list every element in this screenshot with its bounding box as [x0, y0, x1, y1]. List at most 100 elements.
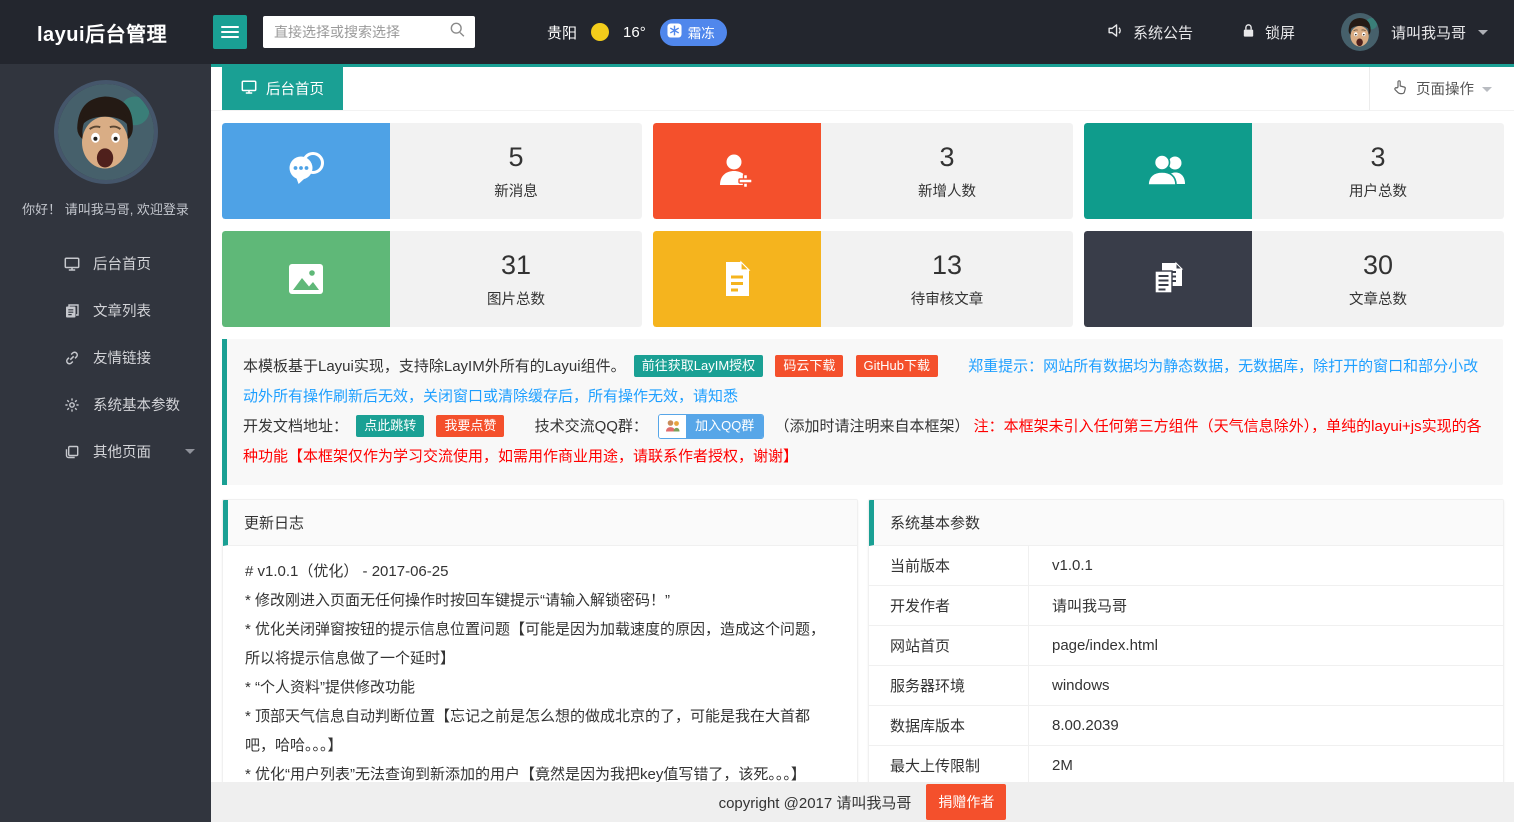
chevron-down-icon [185, 449, 195, 459]
stat-value: 5 [508, 142, 523, 173]
stat-value: 3 [1370, 142, 1385, 173]
stat-value: 30 [1363, 250, 1393, 281]
stat-card-new-messages[interactable]: 5 新消息 [222, 123, 642, 219]
param-value: 2M [1029, 746, 1503, 782]
image-icon [222, 231, 390, 327]
changelog-line: * 优化关闭弹窗按钮的提示信息位置问题【可能是因为加载速度的原因，造成这个问题，… [245, 615, 835, 673]
gitee-download-button[interactable]: 码云下载 [775, 355, 843, 377]
notice-line-2: 开发文档地址： 点此跳转 我要点赞 技术交流QQ群： 加入QQ群 （添加时请注明… [243, 412, 1487, 472]
donate-button[interactable]: 捐赠作者 [926, 784, 1006, 820]
lock-screen-button[interactable]: 锁屏 [1241, 22, 1295, 43]
lock-icon [1241, 23, 1256, 42]
changelog-line: * 顶部天气信息自动判断位置【忘记之前是怎么想的做成北京的了，可能是我在大首都吧… [245, 702, 835, 760]
stat-label: 文章总数 [1349, 288, 1407, 309]
gear-icon [64, 397, 80, 413]
system-announcement-button[interactable]: 系统公告 [1107, 22, 1193, 43]
table-row: 网站首页 page/index.html [869, 626, 1503, 666]
param-value: page/index.html [1029, 626, 1503, 665]
changelog-line: * “个人资料”提供修改功能 [245, 673, 835, 702]
search-input[interactable] [274, 24, 449, 40]
qq-note-text: （添加时请注明来自本框架） [774, 418, 969, 435]
chevron-down-icon [1478, 30, 1488, 40]
stat-value: 3 [939, 142, 954, 173]
like-button[interactable]: 我要点赞 [436, 415, 504, 437]
sidebar-item-links[interactable]: 友情链接 [0, 334, 211, 381]
stat-info: 13 待审核文章 [821, 231, 1073, 327]
sidebar-item-articles[interactable]: 文章列表 [0, 287, 211, 334]
stat-label: 用户总数 [1349, 180, 1407, 201]
stat-info: 3 用户总数 [1252, 123, 1504, 219]
footer: copyright @2017 请叫我马哥 捐赠作者 [211, 782, 1514, 822]
qq-group-label: 技术交流QQ群： [535, 418, 648, 435]
article-icon [64, 303, 80, 319]
stat-info: 30 文章总数 [1252, 231, 1504, 327]
user-name[interactable]: 请叫我马哥 [1391, 22, 1466, 43]
user-add-icon [653, 123, 821, 219]
app-logo: layui后台管理 [0, 18, 211, 47]
tab-bar: 后台首页 页面操作 [211, 67, 1514, 111]
param-value: 请叫我马哥 [1029, 586, 1503, 625]
changelog-body: # v1.0.1（优化） - 2017-06-25 * 修改刚进入页面无任何操作… [223, 546, 857, 782]
sidebar-item-other-pages[interactable]: 其他页面 [0, 428, 211, 475]
copyright-text: copyright @2017 请叫我马哥 [719, 792, 912, 813]
doc-icon [653, 231, 821, 327]
sidebar-item-home[interactable]: 后台首页 [0, 240, 211, 287]
stat-info: 31 图片总数 [390, 231, 642, 327]
stat-info: 5 新消息 [390, 123, 642, 219]
user-menu[interactable]: 请叫我马哥 [1341, 13, 1488, 51]
stat-card-total-images[interactable]: 31 图片总数 [222, 231, 642, 327]
sidebar-item-system-params[interactable]: 系统基本参数 [0, 381, 211, 428]
layim-license-button[interactable]: 前往获取LayIM授权 [634, 355, 763, 377]
param-label: 数据库版本 [869, 706, 1029, 745]
sidebar-menu: 后台首页 文章列表 友情链接 [0, 240, 211, 475]
stat-card-total-articles[interactable]: 30 文章总数 [1084, 231, 1504, 327]
docs-jump-button[interactable]: 点此跳转 [356, 415, 424, 437]
header-right: 系统公告 锁屏 请叫我马哥 [1107, 13, 1514, 51]
changelog-line: * 优化“用户列表”无法查询到新添加的用户【竟然是因为我把key值写错了，该死。… [245, 760, 835, 782]
user-avatar[interactable] [1341, 13, 1379, 51]
github-download-button[interactable]: GitHub下载 [856, 355, 938, 377]
notice-panel: 本模板基于Layui实现，支持除LayIM外所有的Layui组件。 前往获取La… [222, 339, 1503, 485]
changelog-line: # v1.0.1（优化） - 2017-06-25 [245, 557, 835, 586]
stat-info: 3 新增人数 [821, 123, 1073, 219]
param-value: 8.00.2039 [1029, 706, 1503, 745]
qq-avatar-icon [659, 415, 686, 438]
join-qq-group-button[interactable]: 加入QQ群 [658, 414, 764, 439]
table-row: 服务器环境 windows [869, 666, 1503, 706]
stat-label: 新增人数 [918, 180, 976, 201]
changelog-card: 更新日志 # v1.0.1（优化） - 2017-06-25 * 修改刚进入页面… [222, 499, 858, 782]
weather-temp: 16° [623, 24, 646, 41]
stat-card-pending-articles[interactable]: 13 待审核文章 [653, 231, 1073, 327]
dashboard-content: 5 新消息 3 新增人数 [211, 111, 1514, 782]
weather-alert-badge: 霜冻 [660, 19, 727, 46]
frost-icon [667, 23, 682, 41]
search-icon[interactable] [449, 21, 466, 43]
table-row: 数据库版本 8.00.2039 [869, 706, 1503, 746]
stat-label: 图片总数 [487, 288, 545, 309]
stat-label: 新消息 [494, 180, 538, 201]
param-label: 最大上传限制 [869, 746, 1029, 782]
tab-home[interactable]: 后台首页 [222, 67, 343, 110]
stat-card-total-users[interactable]: 3 用户总数 [1084, 123, 1504, 219]
table-row: 开发作者 请叫我马哥 [869, 586, 1503, 626]
table-row: 最大上传限制 2M [869, 746, 1503, 782]
param-label: 开发作者 [869, 586, 1029, 625]
stat-value: 13 [932, 250, 962, 281]
search-box[interactable] [263, 16, 475, 48]
param-label: 网站首页 [869, 626, 1029, 665]
hand-pointer-icon [1392, 79, 1408, 99]
weather-city: 贵阳 [547, 22, 577, 43]
system-params-card: 系统基本参数 当前版本 v1.0.1 开发作者 请叫我马哥 网站 [868, 499, 1504, 782]
sidebar: 你好！ 请叫我马哥, 欢迎登录 后台首页 文章列表 [0, 64, 211, 822]
stat-card-new-users[interactable]: 3 新增人数 [653, 123, 1073, 219]
table-row: 当前版本 v1.0.1 [869, 546, 1503, 586]
param-label: 当前版本 [869, 546, 1029, 585]
changelog-line: * 修改刚进入页面无任何操作时按回车键提示“请输入解锁密码！” [245, 586, 835, 615]
menu-toggle-button[interactable] [213, 15, 247, 49]
link-icon [64, 350, 80, 366]
chevron-down-icon [1482, 87, 1492, 97]
page-actions-dropdown[interactable]: 页面操作 [1369, 67, 1514, 110]
app-window: layui后台管理 贵阳 16° 霜冻 系统公告 [0, 0, 1514, 822]
top-header: layui后台管理 贵阳 16° 霜冻 系统公告 [0, 0, 1514, 64]
stat-label: 待审核文章 [911, 288, 984, 309]
